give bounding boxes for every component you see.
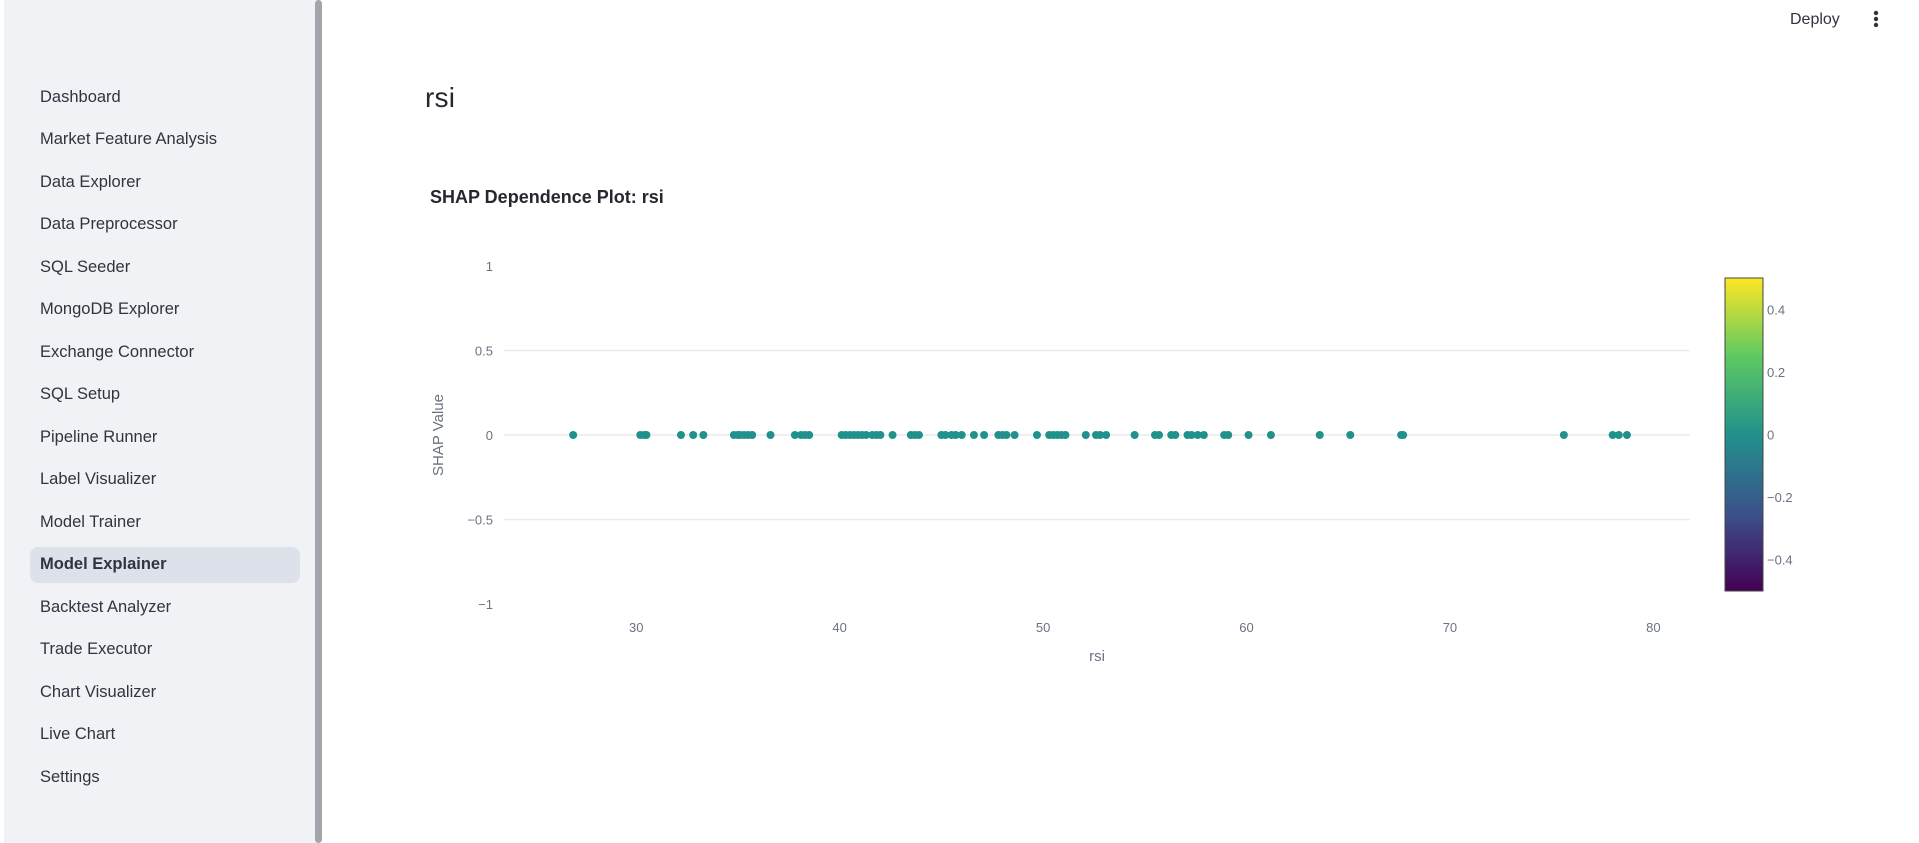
y-tick-label: 0	[486, 428, 493, 443]
sidebar-item-label: Data Explorer	[40, 172, 141, 191]
sidebar-item-label: Chart Visualizer	[40, 682, 157, 701]
sidebar-nav: Dashboard Market Feature Analysis Data Exp…	[30, 79, 300, 802]
x-tick-label: 70	[1443, 620, 1457, 635]
data-point	[876, 431, 885, 439]
sidebar-item-label: Model Trainer	[40, 512, 141, 531]
data-point	[1315, 431, 1324, 439]
sidebar-item-trade-executor[interactable]: Trade Executor	[30, 632, 300, 668]
colorbar-tick-label: −0.4	[1767, 553, 1793, 568]
sidebar-item-label: Data Preprocessor	[40, 215, 178, 233]
sidebar-item-sql-seeder[interactable]: SQL Seeder	[30, 249, 300, 285]
x-tick-label: 40	[832, 620, 846, 635]
sidebar-item-market-feature-analysis[interactable]: Market Feature Analysis	[30, 122, 300, 158]
sidebar-item-label: Live Chart	[40, 725, 116, 743]
x-tick-label: 60	[1239, 620, 1253, 635]
x-tick-label: 30	[629, 620, 643, 635]
x-axis-label: rsi	[1089, 648, 1105, 665]
data-point	[1155, 431, 1164, 439]
deploy-button[interactable]: Deploy	[1782, 6, 1848, 34]
data-point	[1559, 431, 1568, 439]
sidebar-item-sql-setup[interactable]: SQL Setup	[30, 377, 300, 413]
data-point	[1130, 431, 1139, 439]
data-point	[1224, 431, 1233, 439]
y-tick-label: 1	[486, 259, 493, 274]
data-point	[689, 431, 698, 439]
data-point	[1061, 431, 1070, 439]
sidebar-item-backtest-analyzer[interactable]: Backtest Analyzer	[30, 589, 300, 625]
sidebar-item-label: Label Visualizer	[40, 470, 157, 488]
sidebar-item-live-chart[interactable]: Live Chart	[30, 717, 300, 753]
data-point	[969, 431, 978, 439]
main-menu-button[interactable]	[1864, 4, 1888, 34]
data-point	[699, 431, 708, 439]
sidebar-item-label: SQL Seeder	[40, 257, 131, 276]
data-point	[914, 431, 923, 439]
data-point	[1010, 431, 1019, 439]
sidebar-item-label-visualizer[interactable]: Label Visualizer	[30, 462, 300, 498]
sidebar: Dashboard Market Feature Analysis Data Exp…	[0, 0, 322, 843]
data-point	[766, 431, 775, 439]
data-point	[888, 431, 897, 439]
sidebar-item-mongodb-explorer[interactable]: MongoDB Explorer	[30, 292, 300, 328]
data-point	[1614, 431, 1623, 439]
sidebar-edge	[0, 0, 4, 843]
page-title: rsi	[425, 82, 456, 113]
data-point	[1002, 431, 1011, 439]
data-point	[1102, 431, 1111, 439]
sidebar-item-label: MongoDB Explorer	[40, 300, 180, 318]
data-point	[569, 431, 578, 439]
data-point	[642, 431, 651, 439]
sidebar-item-label: SQL Setup	[40, 385, 121, 403]
sidebar-item-exchange-connector[interactable]: Exchange Connector	[30, 334, 300, 370]
data-point	[676, 431, 685, 439]
x-tick-label: 50	[1036, 620, 1050, 635]
colorbar-tick-label: 0.2	[1767, 365, 1785, 380]
sidebar-item-label: Market Feature Analysis	[40, 130, 217, 148]
y-axis-label: SHAP Value	[430, 394, 447, 476]
y-tick-label: 0.5	[475, 344, 493, 359]
sidebar-item-model-explainer[interactable]: Model Explainer	[30, 546, 300, 583]
more-vertical-icon	[1873, 10, 1879, 28]
y-tick-label: −1	[478, 597, 493, 612]
data-point	[805, 431, 814, 439]
shap-dependence-chart[interactable]: SHAP Dependence Plot: rsi 1 0.5 0 −0.5 −1 30 40…	[400, 170, 1820, 690]
data-point	[1171, 431, 1180, 439]
x-tick-label: 80	[1646, 620, 1660, 635]
sidebar-item-dashboard[interactable]: Dashboard	[30, 79, 300, 115]
sidebar-item-settings[interactable]: Settings	[30, 759, 300, 795]
sidebar-item-label: Model Explainer	[40, 555, 167, 573]
data-point	[957, 431, 966, 439]
sidebar-item-data-preprocessor[interactable]: Data Preprocessor	[30, 207, 300, 243]
sidebar-item-label: Dashboard	[40, 87, 121, 106]
sidebar-item-label: Backtest Analyzer	[40, 597, 172, 616]
data-point	[1266, 431, 1275, 439]
data-point	[980, 431, 989, 439]
data-point	[1399, 431, 1408, 439]
sidebar-item-chart-visualizer[interactable]: Chart Visualizer	[30, 674, 300, 710]
sidebar-item-label: Pipeline Runner	[40, 427, 158, 446]
chart-svg: SHAP Dependence Plot: rsi 1 0.5 0 −0.5 −1 30 40…	[430, 187, 1793, 665]
data-point	[1622, 431, 1631, 439]
data-point	[1032, 431, 1041, 439]
colorbar-tick-label: −0.2	[1767, 490, 1793, 505]
colorbar-tick-label: 0.4	[1767, 302, 1785, 317]
sidebar-item-model-trainer[interactable]: Model Trainer	[30, 504, 300, 540]
sidebar-item-label: Exchange Connector	[40, 342, 195, 361]
sidebar-item-pipeline-runner[interactable]: Pipeline Runner	[30, 419, 300, 455]
sidebar-item-data-explorer[interactable]: Data Explorer	[30, 164, 300, 200]
sidebar-item-label: Trade Executor	[40, 640, 153, 658]
colorbar	[1724, 277, 1764, 592]
y-tick-label: −0.5	[467, 513, 493, 528]
sidebar-item-label: Settings	[40, 767, 100, 786]
data-point	[1346, 431, 1355, 439]
data-point	[748, 431, 757, 439]
data-point	[1199, 431, 1208, 439]
data-point	[1244, 431, 1253, 439]
colorbar-tick-label: 0	[1767, 428, 1774, 443]
sidebar-scrollbar[interactable]	[315, 0, 322, 843]
data-point	[1081, 431, 1090, 439]
chart-title: SHAP Dependence Plot: rsi	[430, 187, 664, 207]
